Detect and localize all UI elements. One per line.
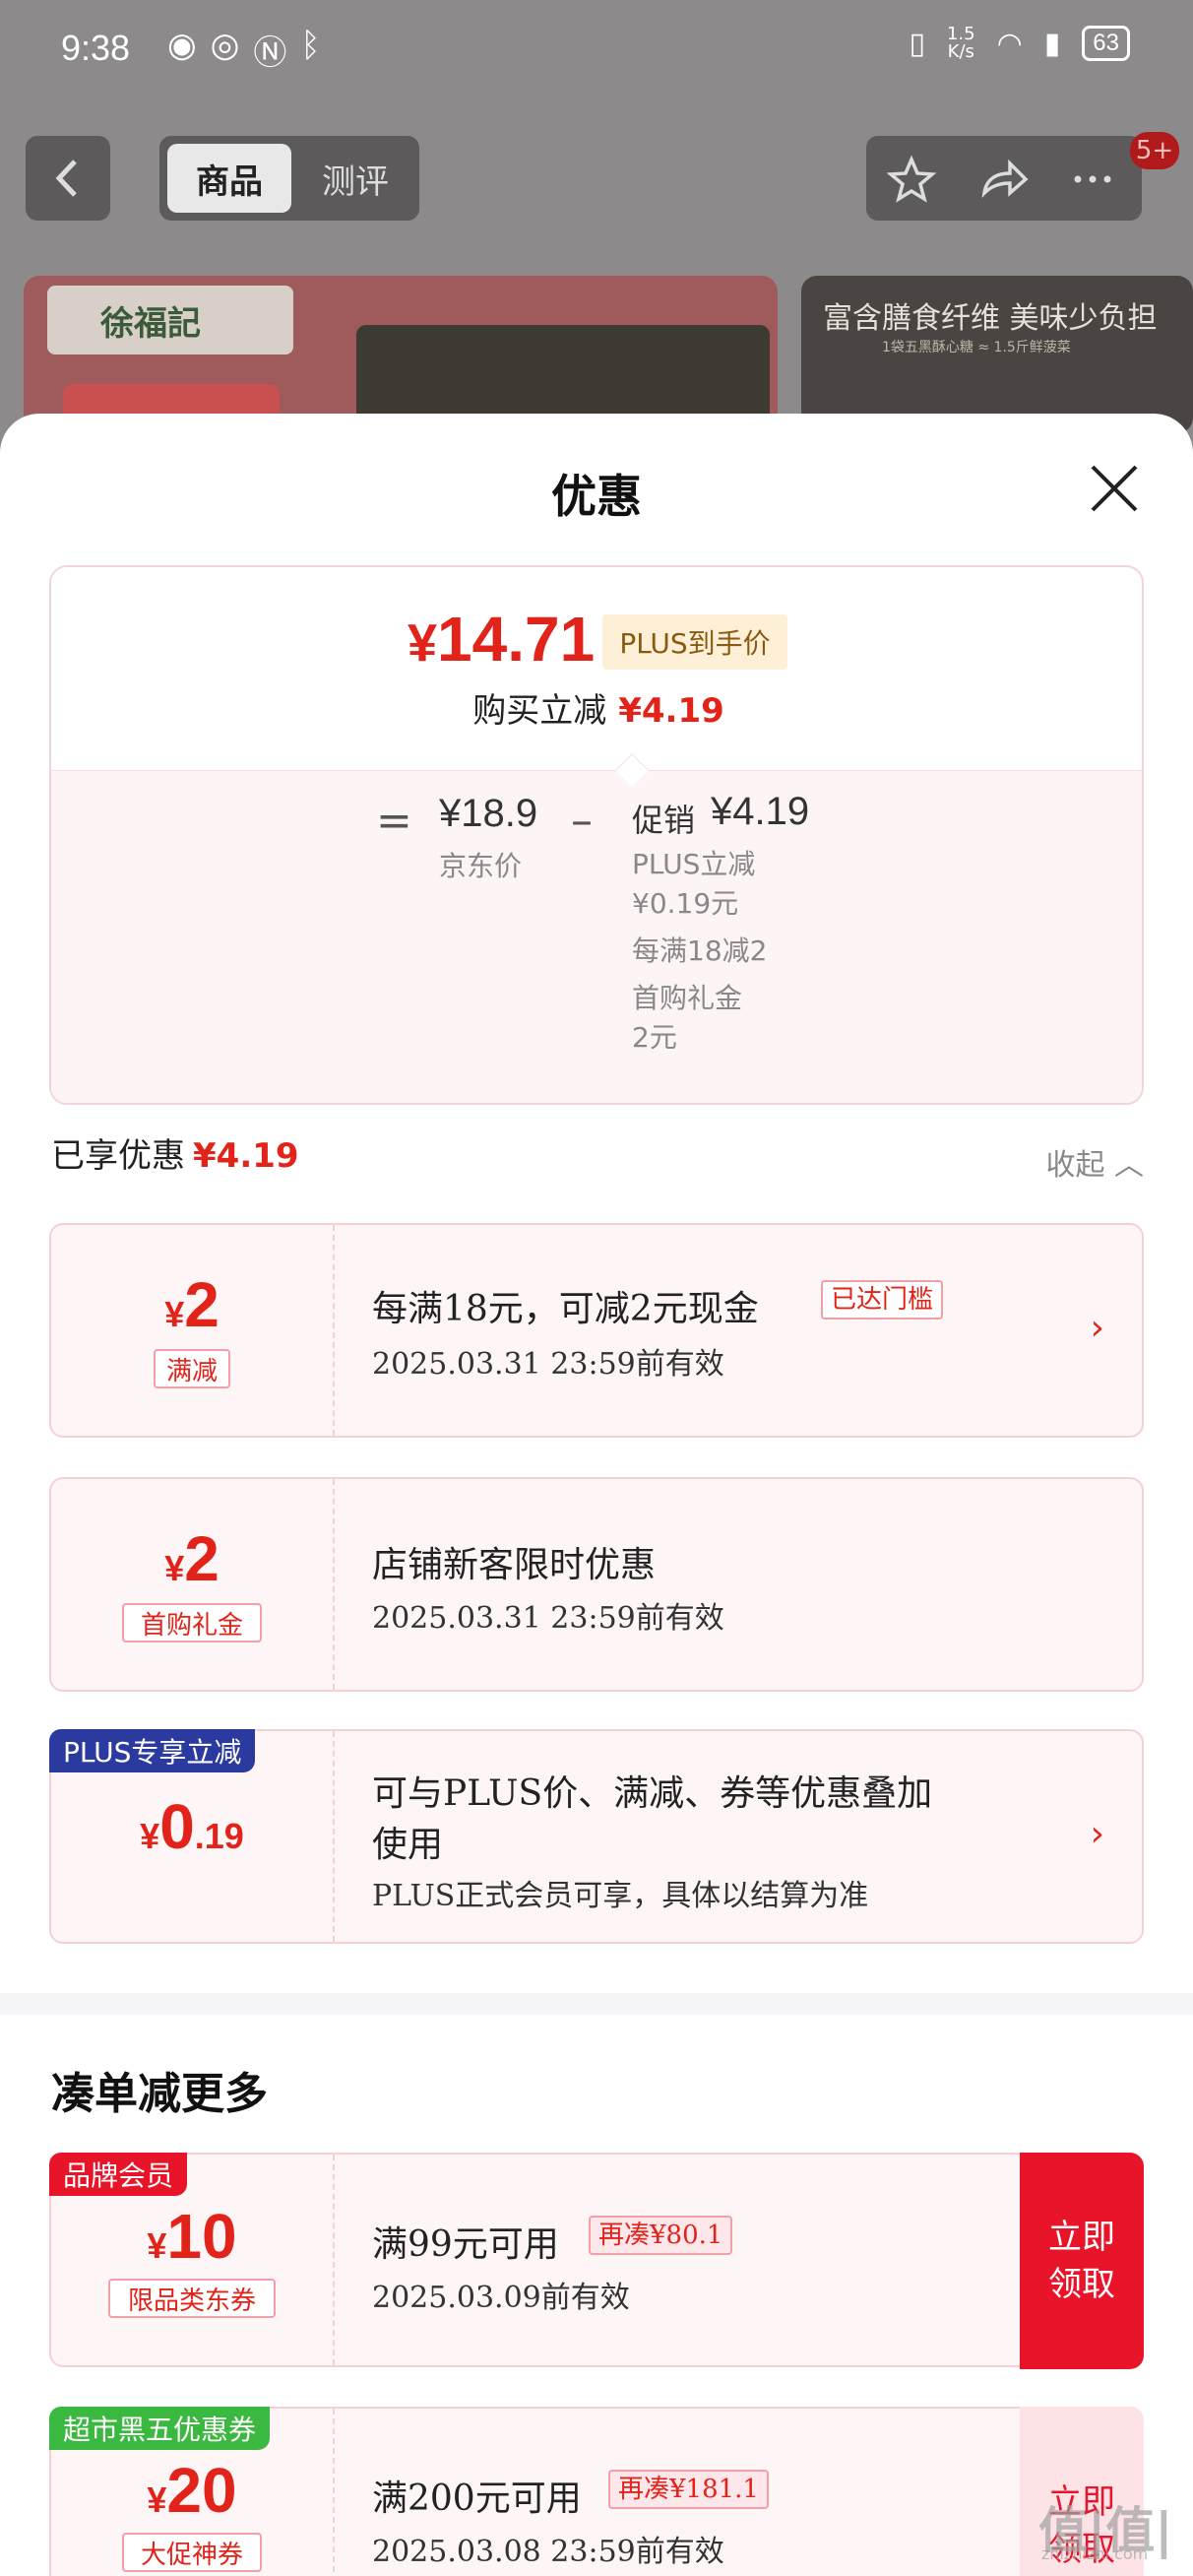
share-icon[interactable] xyxy=(974,150,1034,209)
brand-member-tag: 品牌会员 xyxy=(49,2153,188,2196)
enjoyed-discount: 已享优惠 ¥4.19 xyxy=(51,1136,299,1176)
nfc-icon: Ⓝ xyxy=(253,33,287,73)
vibrate-icon: ▯ xyxy=(909,26,925,61)
coupon-note: PLUS正式会员可享，具体以结算为准 xyxy=(372,1879,869,1913)
status-bar: 9:38 ◉ ◎ Ⓝ ᛒ ▯ 1.5 K/s ◠ ▮ 63 xyxy=(0,0,1193,98)
coupon-desc: 满99元可用 xyxy=(372,2224,559,2265)
coupon-type-tag: 首购礼金 xyxy=(122,1603,262,1642)
coupon-desc: 店铺新客限时优惠 xyxy=(372,1545,657,1585)
discount-sheet: 优惠 ¥14.71 PLUS到手价 购买立减 ¥4.19 = ¥18.9 京东价 … xyxy=(0,414,1193,2576)
promo-value: ¥4.19 xyxy=(711,790,810,833)
instant-discount: 购买立减 ¥4.19 xyxy=(472,691,724,731)
threshold-badge: 已达门槛 xyxy=(821,1280,944,1320)
collapse-button[interactable]: 收起 ︿ xyxy=(1045,1140,1144,1184)
coupon-black-friday: 超市黑五优惠券 ¥20 大促神券 满200元可用 再凑¥181.1 2025.0… xyxy=(49,2407,1144,2576)
chevron-right-icon: › xyxy=(1090,1814,1104,1854)
status-icons-left: ◉ ◎ Ⓝ ᛒ xyxy=(167,26,321,74)
coupon-full-reduction[interactable]: ¥2 满减 每满18元，可减2元现金 已达门槛 2025.03.31 23:59… xyxy=(49,1223,1144,1438)
net-speed: 1.5 K/s xyxy=(946,24,975,62)
site-watermark-logo: 值|值|值 xyxy=(1038,2502,1173,2576)
plus-exclusive-tag: PLUS专享立减 xyxy=(49,1729,256,1772)
coupon-type-tag: 限品类东券 xyxy=(108,2279,276,2318)
status-time: 9:38 xyxy=(61,28,131,68)
minus-sign: – xyxy=(571,796,593,846)
coupon-desc: 可与PLUS价、满减、券等优惠叠加 xyxy=(372,1773,933,1814)
coupon-validity: 2025.03.31 23:59前有效 xyxy=(372,1347,724,1382)
site-watermark-url: zhizhizhi.com xyxy=(1041,2544,1149,2563)
star-icon[interactable] xyxy=(882,150,941,209)
tab-review[interactable]: 测评 xyxy=(297,144,413,213)
claim-button[interactable]: 立即 领取 xyxy=(1020,2153,1144,2369)
jd-price: ¥18.9 xyxy=(439,792,538,835)
reach-amount-badge: 再凑¥181.1 xyxy=(608,2470,769,2509)
coupon-amount: ¥2 xyxy=(164,1523,220,1594)
price-breakdown xyxy=(51,770,1142,1103)
promo-label: 促销 xyxy=(632,802,696,839)
banner-right-sub: 1袋五黑酥心糖 ≈ 1.5斤鲜菠菜 xyxy=(882,340,1071,355)
coupon-desc: 满200元可用 xyxy=(372,2479,582,2519)
bluetooth-icon: ᛒ xyxy=(300,26,321,65)
product-banner-left: 徐福記 xyxy=(24,276,778,433)
promo-item: 每满18减2 xyxy=(632,934,768,967)
coupon-plus-exclusive[interactable]: PLUS专享立减 ¥0.19 可与PLUS价、满减、券等优惠叠加 使用 PLUS… xyxy=(49,1729,1144,1944)
chevron-left-icon xyxy=(55,160,77,197)
more-section-title: 凑单减更多 xyxy=(51,2069,268,2119)
black-friday-tag: 超市黑五优惠券 xyxy=(49,2407,271,2450)
alert-icon: ▮ xyxy=(1043,26,1061,61)
battery-icon: 63 xyxy=(1082,26,1130,61)
status-icons-right: ▯ 1.5 K/s ◠ ▮ 63 xyxy=(909,26,1130,61)
price-summary: ¥14.71 PLUS到手价 购买立减 ¥4.19 = ¥18.9 京东价 – 促… xyxy=(49,565,1144,1105)
coupon-type-tag: 大促神券 xyxy=(122,2533,262,2572)
product-banner-right: 富含膳食纤维 美味少负担 1袋五黑酥心糖 ≈ 1.5斤鲜菠菜 xyxy=(801,276,1193,433)
equals-sign: = xyxy=(376,796,412,846)
back-button[interactable] xyxy=(26,136,110,221)
eye-icon: ◎ xyxy=(210,26,240,65)
sheet-title: 优惠 xyxy=(551,470,642,523)
wifi-icon: ◠ xyxy=(996,26,1023,61)
reach-amount-badge: 再凑¥80.1 xyxy=(589,2216,733,2255)
promo-item: PLUS立减 xyxy=(632,848,756,880)
top-actions xyxy=(866,136,1142,221)
promo-item: ¥0.19元 xyxy=(632,887,739,920)
promo-item: 首购礼金 xyxy=(632,982,743,1014)
coupon-validity: 2025.03.08 23:59前有效 xyxy=(372,2535,724,2569)
plus-price-tag: PLUS到手价 xyxy=(602,614,787,670)
coupon-first-purchase[interactable]: ¥2 首购礼金 店铺新客限时优惠 2025.03.31 23:59前有效 xyxy=(49,1477,1144,1692)
coupon-type-tag: 满减 xyxy=(154,1349,230,1388)
coupon-amount: ¥0.19 xyxy=(140,1791,244,1862)
notification-icon: ◉ xyxy=(167,26,197,65)
chevron-up-icon: ︿ xyxy=(1114,1148,1144,1183)
coupon-amount: ¥10 xyxy=(147,2201,237,2272)
jd-price-label: 京东价 xyxy=(439,850,523,882)
chevron-right-icon: › xyxy=(1090,1308,1104,1348)
tab-product[interactable]: 商品 xyxy=(167,144,291,213)
coupon-validity: 2025.03.09前有效 xyxy=(372,2281,630,2315)
top-tabs: 商品 测评 xyxy=(159,136,419,221)
coupon-desc: 每满18元，可减2元现金 xyxy=(372,1289,759,1329)
close-icon[interactable] xyxy=(1087,461,1142,516)
coupon-brand-member: 品牌会员 ¥10 限品类东券 满99元可用 再凑¥80.1 2025.03.09… xyxy=(49,2153,1144,2369)
coupon-desc-cont: 使用 xyxy=(372,1825,444,1865)
coupon-validity: 2025.03.31 23:59前有效 xyxy=(372,1601,724,1636)
more-badge: 5+ xyxy=(1130,132,1179,169)
coupon-amount: ¥2 xyxy=(164,1269,220,1340)
promo-item: 2元 xyxy=(632,1021,677,1054)
plus-final-price: ¥14.71 xyxy=(408,604,596,675)
banner-right-title: 富含膳食纤维 美味少负担 xyxy=(823,301,1158,336)
brand-logo: 徐福記 xyxy=(47,286,293,354)
coupon-amount: ¥20 xyxy=(147,2455,237,2526)
more-icon[interactable] xyxy=(1063,150,1122,209)
section-gap xyxy=(0,1993,1193,2015)
